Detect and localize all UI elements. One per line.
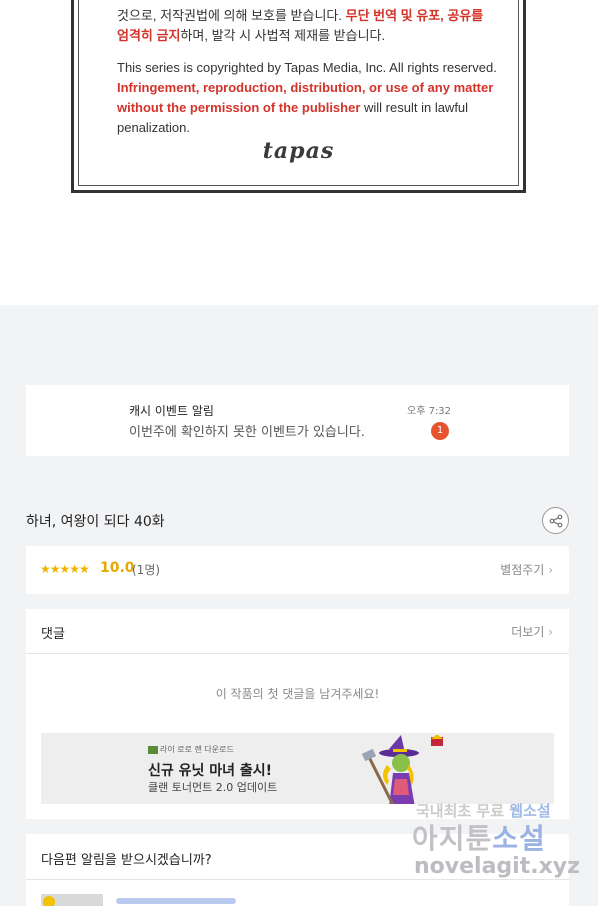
rating-score: 10.0 (100, 560, 135, 576)
korean-notice: 것으로, 저작권법에 의해 보호를 받습니다. 무단 번역 및 유포, 공유를 … (117, 8, 484, 43)
watermark-brand: 아지툰소설 (412, 822, 546, 855)
copyright-notice-frame: 것으로, 저작권법에 의해 보호를 받습니다. 무단 번역 및 유포, 공유를 … (71, 0, 526, 193)
comments-header: 댓글 더보기 › (26, 609, 569, 654)
comments-more-label: 더보기 (511, 625, 545, 639)
witch-character-illustration (361, 735, 443, 804)
ad-title: 신규 유닛 마녀 출시! (148, 763, 273, 779)
comments-card: 댓글 더보기 › 이 작품의 첫 댓글을 남겨주세요! 라이 로로 랜 다운로드… (26, 609, 569, 819)
comments-empty-message: 이 작품의 첫 댓글을 남겨주세요! (215, 687, 380, 701)
ad-banner[interactable]: 라이 로로 랜 다운로드 신규 유닛 마녀 출시! 클랜 토너먼트 2.0 업데… (41, 733, 554, 804)
site-watermark: 국내최초 무료 웹소설 아지툰소설 novelagit.xyz (410, 800, 590, 890)
chevron-right-icon: › (548, 625, 553, 639)
share-icon (549, 514, 562, 527)
rating-card: ★★★★★ 10.0 (1명) 별점주기 › (26, 546, 569, 594)
subscribe-title: 다음편 알림을 받으시겠습니까? (41, 853, 212, 868)
watermark-url: novelagit.xyz (414, 854, 580, 879)
notification-title: 캐시 이벤트 알림 (129, 404, 214, 418)
ad-subtitle: 클랜 토너먼트 2.0 업데이트 (148, 781, 278, 794)
chevron-right-icon: › (548, 563, 553, 577)
notification-time: 오후 7:32 (407, 406, 452, 417)
rating-stars: ★★★★★ (40, 562, 90, 576)
subscribe-thumbnail[interactable] (41, 894, 103, 906)
notification-message: 이번주에 확인하지 못한 이벤트가 있습니다. (129, 425, 365, 440)
ad-source: 라이 로로 랜 다운로드 (148, 744, 234, 755)
copyright-notice-inner-border: 것으로, 저작권법에 의해 보호를 받습니다. 무단 번역 및 유포, 공유를 … (78, 0, 519, 186)
comments-more-button[interactable]: 더보기 › (511, 623, 553, 640)
tapas-logo: tapas (262, 138, 335, 164)
english-notice: This series is copyrighted by Tapas Medi… (117, 60, 497, 135)
share-button[interactable] (542, 507, 569, 534)
notification-badge: 1 (431, 422, 449, 440)
rate-button-label: 별점주기 (500, 563, 545, 577)
copyright-notice-text: 것으로, 저작권법에 의해 보호를 받습니다. 무단 번역 및 유포, 공유를 … (117, 6, 497, 138)
comments-title: 댓글 (41, 627, 65, 642)
subscribe-option-placeholder[interactable] (116, 898, 236, 904)
notification-card[interactable]: 캐시 이벤트 알림 이번주에 확인하지 못한 이벤트가 있습니다. 오후 7:3… (26, 385, 569, 456)
game-icon (148, 745, 158, 754)
alert-icon (43, 896, 55, 906)
episode-title: 하녀, 여왕이 되다 40화 (26, 514, 165, 530)
rating-count: (1명) (132, 563, 161, 577)
rate-button[interactable]: 별점주기 › (500, 561, 553, 578)
comic-image-area: 것으로, 저작권법에 의해 보호를 받습니다. 무단 번역 및 유포, 공유를 … (0, 0, 598, 305)
